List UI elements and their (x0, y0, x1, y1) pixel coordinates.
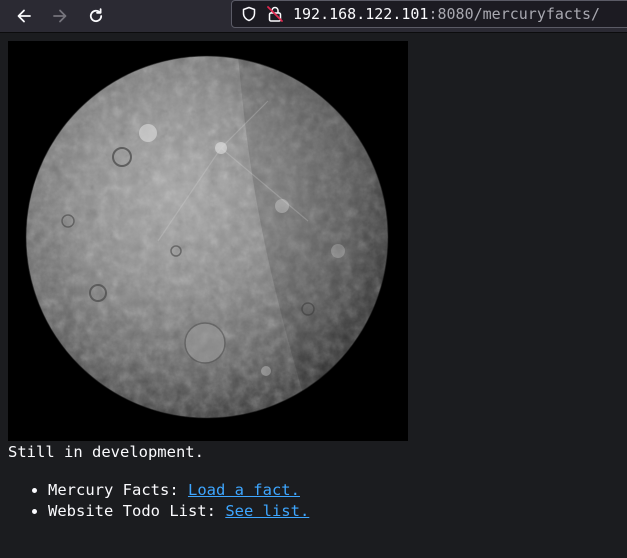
browser-toolbar: 192.168.122.101:8080/mercuryfacts/ (0, 0, 627, 33)
list-item-mercury-facts: Mercury Facts: Load a fact. (48, 480, 608, 501)
mercury-image (8, 41, 408, 441)
links-list: Mercury Facts: Load a fact. Website Todo… (8, 480, 608, 522)
forward-arrow-icon (53, 9, 67, 23)
page-content: Still in development. Mercury Facts: Loa… (8, 41, 608, 522)
forward-button[interactable] (48, 4, 72, 28)
url-host: 192.168.122.101 (293, 5, 429, 23)
mercury-planet-graphic (25, 55, 389, 419)
development-status-text: Still in development. (8, 443, 204, 461)
todo-list-label: Website Todo List: (48, 502, 226, 520)
back-arrow-icon (17, 9, 31, 23)
back-button[interactable] (12, 4, 36, 28)
url-text[interactable]: 192.168.122.101:8080/mercuryfacts/ (293, 5, 600, 23)
mercury-facts-label: Mercury Facts: (48, 481, 188, 499)
shield-icon[interactable] (241, 6, 257, 22)
list-item-todo-list: Website Todo List: See list. (48, 501, 608, 522)
address-bar[interactable]: 192.168.122.101:8080/mercuryfacts/ (231, 0, 627, 28)
reload-button[interactable] (84, 4, 108, 28)
see-list-link[interactable]: See list. (225, 502, 309, 520)
insecure-lock-icon[interactable] (266, 5, 284, 23)
reload-icon (89, 8, 103, 23)
load-fact-link[interactable]: Load a fact. (188, 481, 300, 499)
url-path: :8080/mercuryfacts/ (428, 5, 601, 23)
